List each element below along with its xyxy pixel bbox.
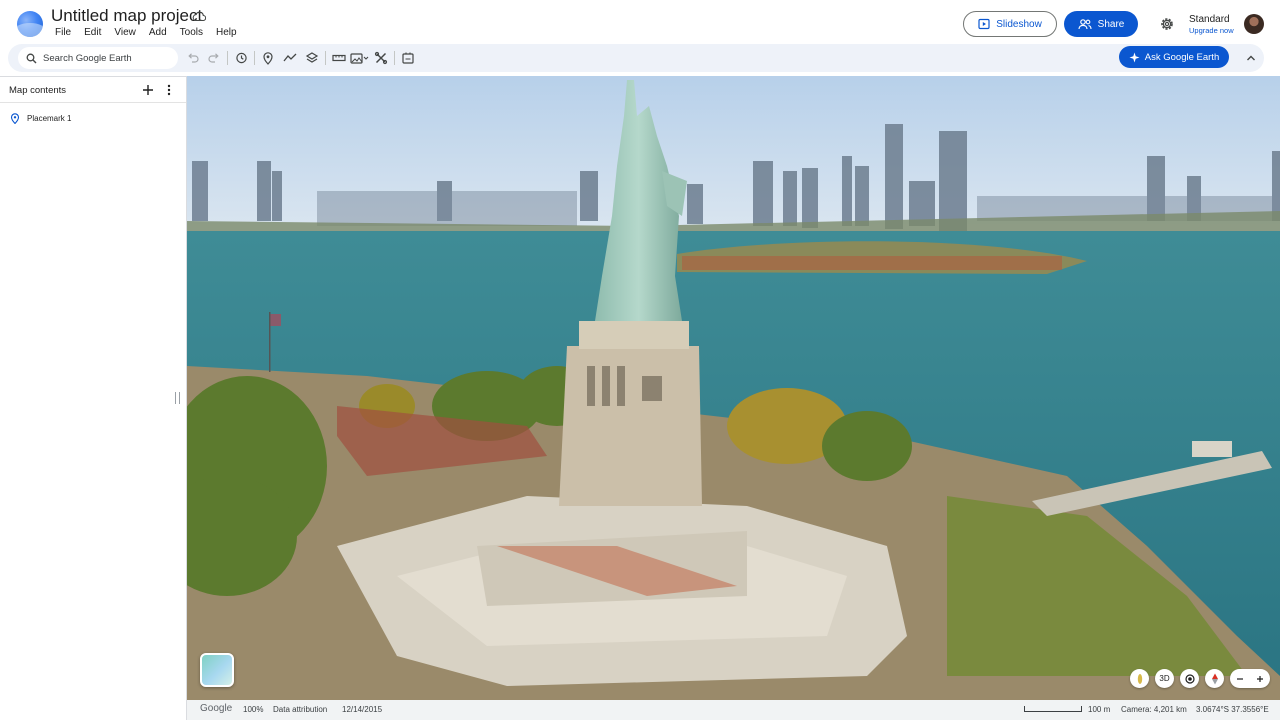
layers-icon[interactable] (305, 51, 319, 65)
account-avatar[interactable] (1244, 14, 1264, 34)
toolbar-divider (325, 51, 326, 65)
ask-google-earth-button[interactable]: Ask Google Earth (1119, 46, 1229, 68)
compass-button[interactable] (1205, 669, 1224, 688)
toolbar-divider (394, 51, 395, 65)
panel-title: Map contents (9, 85, 67, 96)
toolbar: Search Google Earth Ask Google Earth (8, 44, 1264, 72)
share-button[interactable]: Share (1064, 11, 1138, 37)
menu-tools[interactable]: Tools (180, 27, 203, 38)
list-item-placemark-1[interactable]: Placemark 1 (10, 111, 71, 125)
more-vert-icon[interactable] (163, 83, 175, 97)
share-label: Share (1097, 18, 1125, 30)
panel-resize-handle[interactable] (175, 392, 180, 404)
placemark-icon (10, 112, 20, 124)
upgrade-link[interactable]: Upgrade now (1189, 26, 1234, 35)
data-attribution-link[interactable]: Data attribution (273, 705, 327, 714)
plan-name: Standard (1189, 14, 1230, 25)
google-earth-logo[interactable] (17, 11, 43, 37)
sparkle-icon (1129, 52, 1140, 62)
pegman-button[interactable] (1130, 669, 1149, 688)
my-location-button[interactable] (1180, 669, 1199, 688)
google-brand: Google (200, 703, 233, 714)
slideshow-button[interactable]: Slideshow (963, 11, 1057, 37)
settings-gear-icon[interactable] (1159, 16, 1175, 32)
tilt-label: 3D (1159, 674, 1170, 683)
my-location-icon (1184, 673, 1195, 684)
tilt-3d-button[interactable]: 3D (1155, 669, 1174, 688)
search-box[interactable]: Search Google Earth (18, 47, 178, 69)
search-input[interactable]: Search Google Earth (43, 53, 132, 64)
history-icon[interactable] (234, 51, 248, 65)
zoom-in-icon[interactable] (1255, 674, 1265, 684)
ask-label: Ask Google Earth (1144, 51, 1220, 63)
people-icon (1078, 19, 1092, 30)
slideshow-label: Slideshow (996, 18, 1042, 30)
menu-view[interactable]: View (114, 27, 136, 38)
cloud-saved-icon (192, 11, 206, 22)
earth-3d-view[interactable]: 3D (187, 76, 1280, 700)
import-icon[interactable] (401, 51, 415, 65)
coordinates: 3.0674°S 37.3556°E (1196, 705, 1269, 714)
menu-bar: File Edit View Add Tools Help (55, 27, 250, 38)
zoom-level: 100% (243, 705, 264, 714)
map-contents-panel: Map contents Placemark 1 (0, 76, 187, 720)
project-title[interactable]: Untitled map project (51, 6, 202, 26)
placemark-icon[interactable] (261, 51, 275, 65)
search-icon (26, 53, 37, 63)
camera-altitude: Camera: 4,201 km (1121, 705, 1187, 714)
chevron-up-icon[interactable] (1244, 51, 1258, 65)
menu-add[interactable]: Add (149, 27, 167, 38)
panel-divider (0, 102, 186, 103)
menu-file[interactable]: File (55, 27, 71, 38)
add-icon[interactable] (141, 83, 155, 97)
menu-edit[interactable]: Edit (84, 27, 101, 38)
path-icon[interactable] (283, 51, 297, 65)
placemark-label: Placemark 1 (27, 113, 72, 123)
photo-icon[interactable] (350, 51, 370, 65)
app-header: Untitled map project File Edit View Add … (0, 0, 1280, 44)
measure-icon[interactable] (332, 51, 346, 65)
redo-icon[interactable] (207, 51, 221, 65)
menu-help[interactable]: Help (216, 27, 237, 38)
undo-icon[interactable] (186, 51, 200, 65)
imagery-date: 12/14/2015 (342, 705, 383, 714)
zoom-out-icon[interactable] (1235, 674, 1245, 684)
scale-bar (1024, 706, 1082, 712)
compass-icon (1211, 673, 1218, 684)
tools-icon[interactable] (374, 51, 388, 65)
pegman-icon (1137, 673, 1142, 684)
statue-of-liberty-scene (187, 76, 1280, 700)
toolbar-divider (254, 51, 255, 65)
status-bar: Google 100% Data attribution 12/14/2015 … (187, 700, 1280, 720)
slideshow-icon (978, 18, 990, 30)
zoom-controls (1230, 669, 1270, 688)
scale-label: 100 m (1088, 705, 1111, 714)
toolbar-divider (227, 51, 228, 65)
map-style-thumbnail[interactable] (200, 653, 234, 687)
